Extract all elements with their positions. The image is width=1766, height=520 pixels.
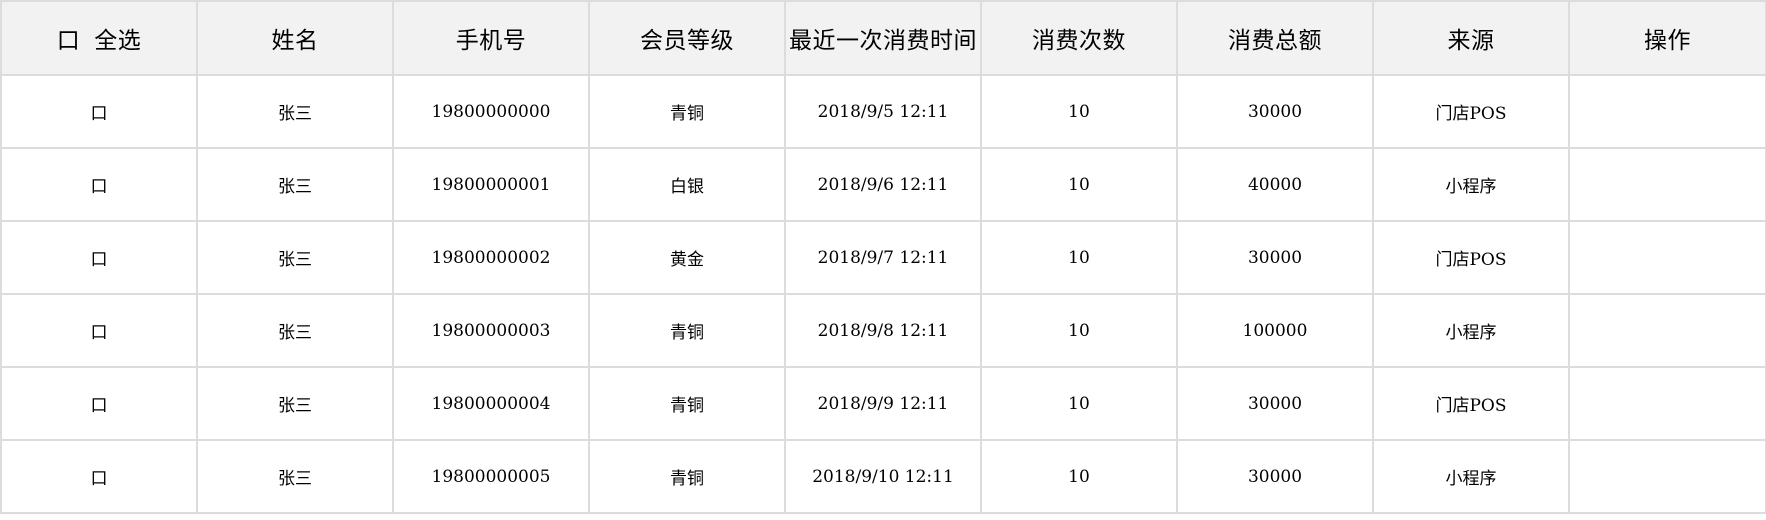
cell-last-time: 2018/9/6 12:11 [784,147,982,222]
cell-last-time: 2018/9/9 12:11 [784,366,982,441]
cell-name: 张三 [196,74,394,149]
cell-total: 30000 [1176,74,1374,149]
cell-action [1568,293,1766,368]
cell-count: 10 [980,439,1178,514]
row-checkbox[interactable]: 口 [91,245,108,270]
cell-count: 10 [980,220,1178,295]
cell-phone: 19800000000 [392,74,590,149]
table-row: 口 张三 19800000001 白银 2018/9/6 12:11 10 40… [0,147,1766,222]
cell-phone: 19800000001 [392,147,590,222]
row-checkbox-cell[interactable]: 口 [0,220,198,295]
cell-last-time: 2018/9/8 12:11 [784,293,982,368]
column-header-action: 操作 [1568,0,1766,76]
cell-last-time: 2018/9/10 12:11 [784,439,982,514]
cell-source: 门店POS [1372,366,1570,441]
column-header-level: 会员等级 [588,0,786,76]
cell-level: 白银 [588,147,786,222]
column-header-phone: 手机号 [392,0,590,76]
cell-total: 100000 [1176,293,1374,368]
cell-count: 10 [980,74,1178,149]
column-header-name: 姓名 [196,0,394,76]
cell-level: 青铜 [588,439,786,514]
select-all-label[interactable]: 全选 [94,28,141,54]
row-checkbox[interactable]: 口 [91,99,108,124]
cell-total: 30000 [1176,366,1374,441]
row-checkbox-cell[interactable]: 口 [0,147,198,222]
column-header-source: 来源 [1372,0,1570,76]
cell-last-time: 2018/9/7 12:11 [784,220,982,295]
cell-last-time: 2018/9/5 12:11 [784,74,982,149]
table-row: 口 张三 19800000005 青铜 2018/9/10 12:11 10 3… [0,439,1766,514]
table-row: 口 张三 19800000000 青铜 2018/9/5 12:11 10 30… [0,74,1766,149]
cell-action [1568,147,1766,222]
table-header-row: 口全选 姓名 手机号 会员等级 最近一次消费时间 消费次数 消费总额 来源 操作 [0,0,1766,76]
cell-count: 10 [980,293,1178,368]
cell-action [1568,366,1766,441]
table-row: 口 张三 19800000002 黄金 2018/9/7 12:11 10 30… [0,220,1766,295]
cell-source: 小程序 [1372,147,1570,222]
row-checkbox[interactable]: 口 [91,318,108,343]
cell-source: 小程序 [1372,439,1570,514]
row-checkbox[interactable]: 口 [91,391,108,416]
table-row: 口 张三 19800000004 青铜 2018/9/9 12:11 10 30… [0,366,1766,441]
cell-action [1568,439,1766,514]
column-header-last-time: 最近一次消费时间 [784,0,982,76]
cell-phone: 19800000002 [392,220,590,295]
cell-total: 30000 [1176,439,1374,514]
cell-level: 黄金 [588,220,786,295]
cell-action [1568,220,1766,295]
cell-level: 青铜 [588,366,786,441]
cell-phone: 19800000003 [392,293,590,368]
row-checkbox-cell[interactable]: 口 [0,439,198,514]
cell-level: 青铜 [588,74,786,149]
cell-count: 10 [980,366,1178,441]
cell-name: 张三 [196,293,394,368]
cell-action [1568,74,1766,149]
cell-source: 门店POS [1372,220,1570,295]
column-header-count: 消费次数 [980,0,1178,76]
cell-total: 40000 [1176,147,1374,222]
cell-name: 张三 [196,147,394,222]
cell-name: 张三 [196,220,394,295]
row-checkbox-cell[interactable]: 口 [0,366,198,441]
cell-total: 30000 [1176,220,1374,295]
cell-count: 10 [980,147,1178,222]
row-checkbox[interactable]: 口 [91,464,108,489]
select-all-header[interactable]: 口全选 [0,0,198,76]
cell-source: 小程序 [1372,293,1570,368]
row-checkbox-cell[interactable]: 口 [0,293,198,368]
cell-phone: 19800000005 [392,439,590,514]
member-table: 口全选 姓名 手机号 会员等级 最近一次消费时间 消费次数 消费总额 来源 操作… [0,0,1766,514]
cell-source: 门店POS [1372,74,1570,149]
cell-name: 张三 [196,366,394,441]
cell-phone: 19800000004 [392,366,590,441]
cell-level: 青铜 [588,293,786,368]
select-all-checkbox[interactable]: 口 [57,21,81,55]
column-header-total: 消费总额 [1176,0,1374,76]
row-checkbox-cell[interactable]: 口 [0,74,198,149]
table-row: 口 张三 19800000003 青铜 2018/9/8 12:11 10 10… [0,293,1766,368]
row-checkbox[interactable]: 口 [91,172,108,197]
cell-name: 张三 [196,439,394,514]
